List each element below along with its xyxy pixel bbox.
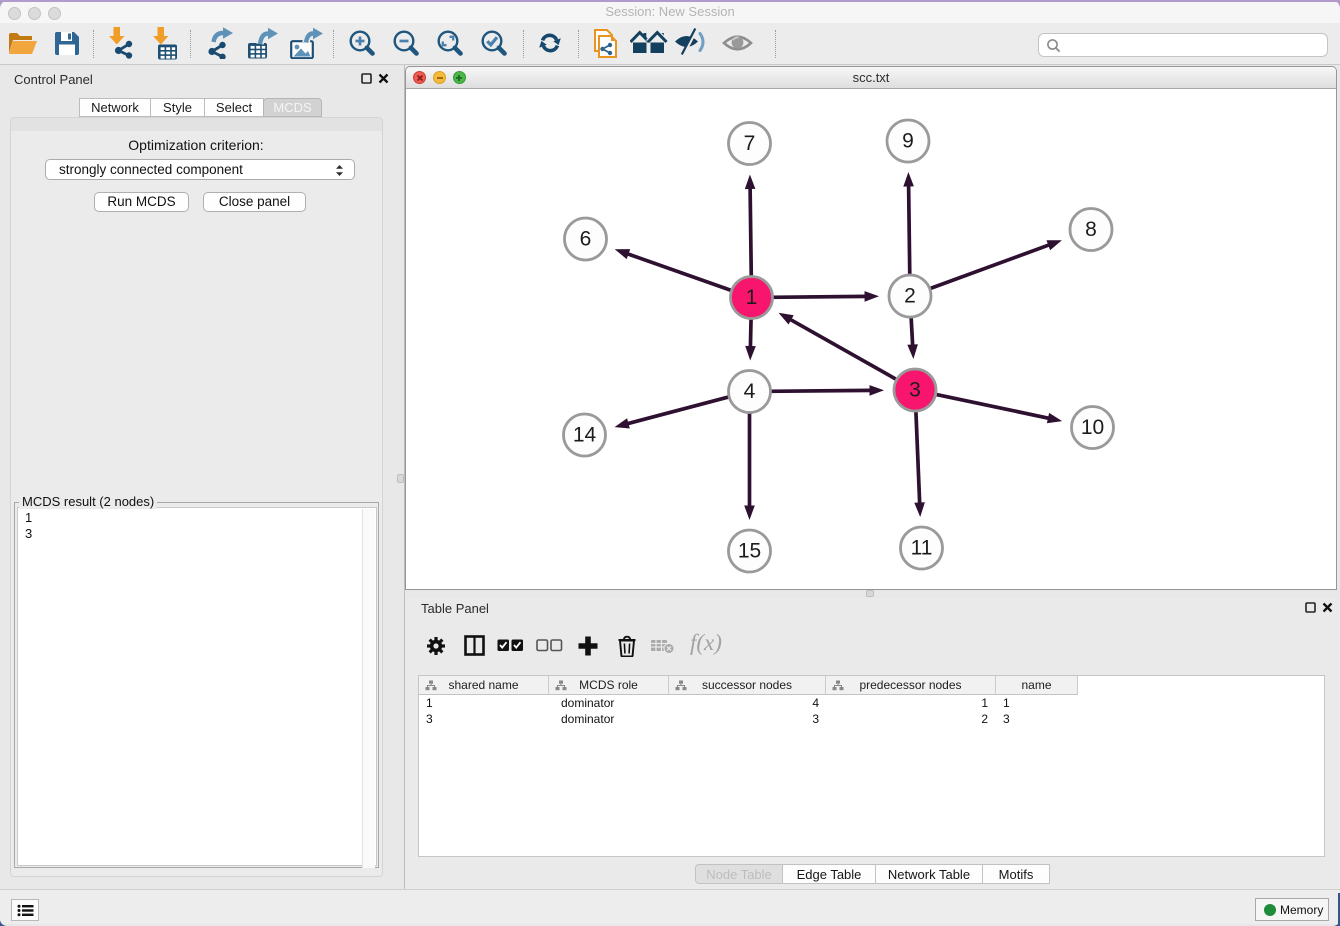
svg-text:7: 7 <box>744 132 756 155</box>
svg-text:4: 4 <box>744 380 756 403</box>
svg-text:11: 11 <box>911 537 933 560</box>
svg-text:1: 1 <box>746 286 758 309</box>
svg-text:6: 6 <box>580 228 592 251</box>
svg-text:8: 8 <box>1085 218 1097 241</box>
svg-text:15: 15 <box>738 540 761 563</box>
svg-text:10: 10 <box>1081 416 1104 439</box>
svg-text:3: 3 <box>909 379 921 402</box>
svg-text:2: 2 <box>904 285 916 308</box>
svg-text:9: 9 <box>902 130 914 153</box>
svg-text:14: 14 <box>573 424 597 447</box>
